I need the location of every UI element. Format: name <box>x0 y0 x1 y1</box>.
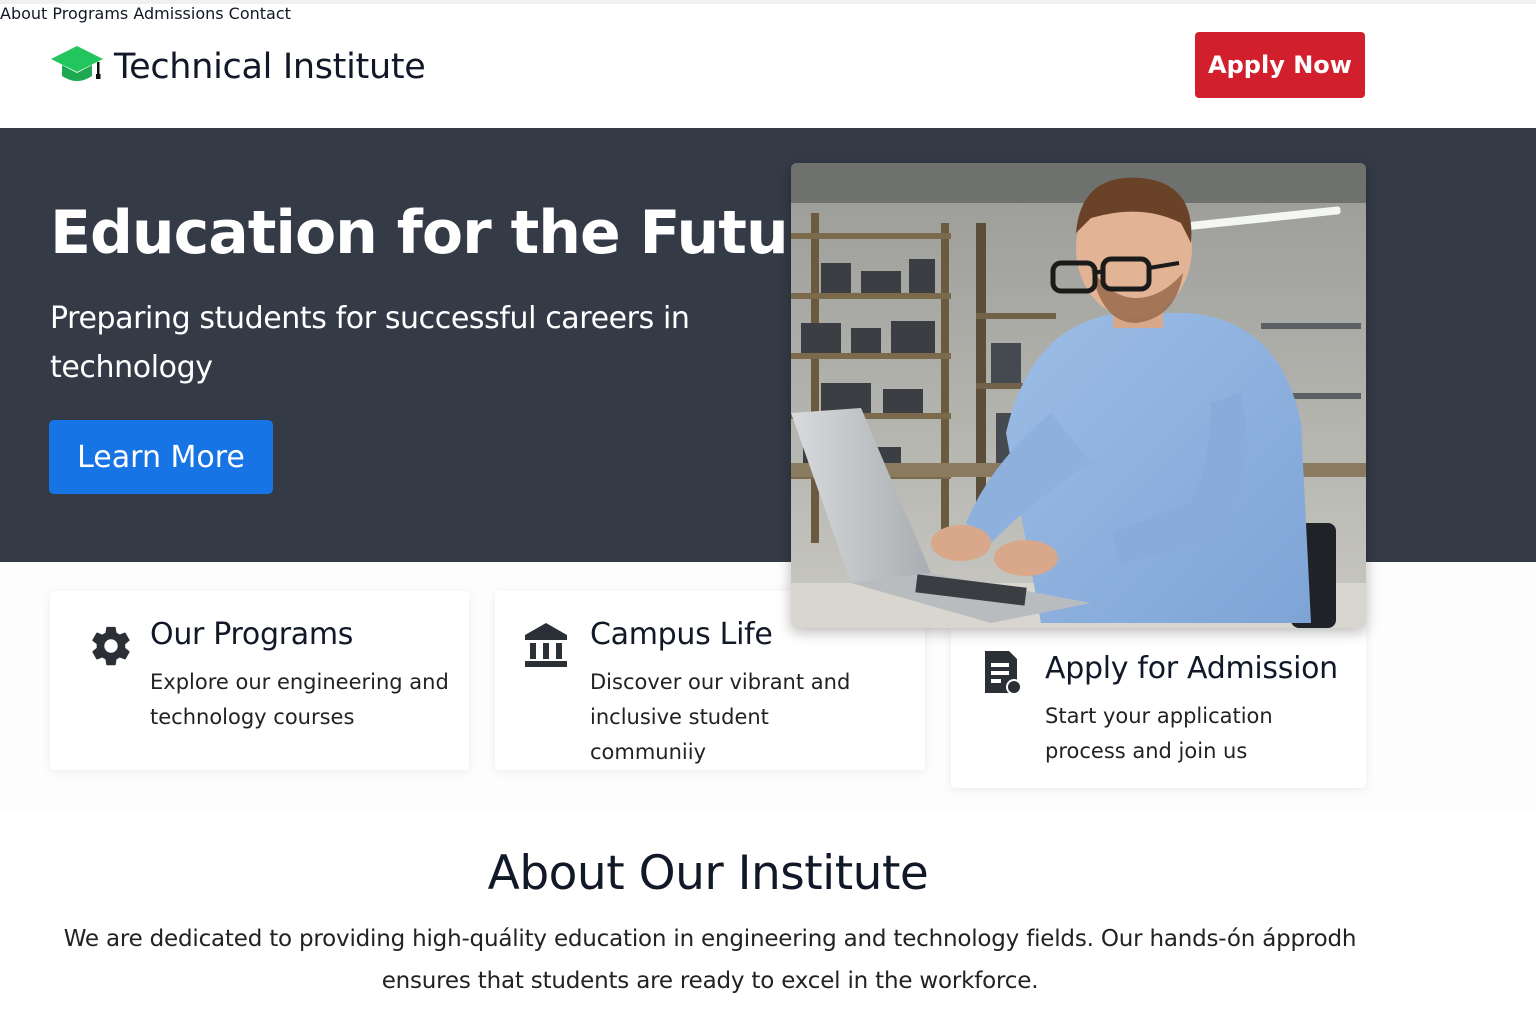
student-workshop-illustration <box>791 163 1366 628</box>
about-description: We are dedicated to providing high-quáli… <box>63 926 1357 994</box>
apply-now-button[interactable]: Apply Now <box>1195 32 1365 98</box>
hero-photo-student-laptop <box>791 163 1366 628</box>
card-title: Apply for Admission <box>1045 651 1338 686</box>
card-apply-for-admission[interactable]: Apply for Admission Start your applicati… <box>951 625 1366 788</box>
graduation-cap-icon <box>51 46 103 81</box>
hero-subtitle: Preparing students for successful career… <box>50 301 690 385</box>
institution-icon <box>525 623 567 667</box>
document-icon <box>985 651 1022 695</box>
nav-admissions[interactable]: Admissions <box>133 4 223 23</box>
site-header: Technical Institute About Programs Admis… <box>0 4 1536 128</box>
card-description: Discover our vibrant and inclusive stude… <box>590 670 851 764</box>
card-description: Start your application process and join … <box>1045 704 1273 763</box>
about-title: About Our Institute <box>487 846 929 901</box>
hero-title: Education for the Future <box>50 198 857 268</box>
nav-contact[interactable]: Contact <box>229 4 291 23</box>
card-description: Explore our engineering and technology c… <box>150 670 449 729</box>
brand-name: Technical Institute <box>114 47 426 87</box>
card-our-programs[interactable]: Our Programs Explore our engineering and… <box>50 591 469 770</box>
gear-icon <box>92 626 130 666</box>
main-nav: About Programs Admissions Contact <box>0 4 1536 23</box>
nav-programs[interactable]: Programs <box>52 4 128 23</box>
learn-more-button[interactable]: Learn More <box>49 420 273 494</box>
card-title: Our Programs <box>150 617 354 652</box>
card-title: Campus Life <box>590 617 773 652</box>
brand-logo[interactable]: Technical Institute <box>50 44 426 90</box>
nav-about[interactable]: About <box>0 4 47 23</box>
